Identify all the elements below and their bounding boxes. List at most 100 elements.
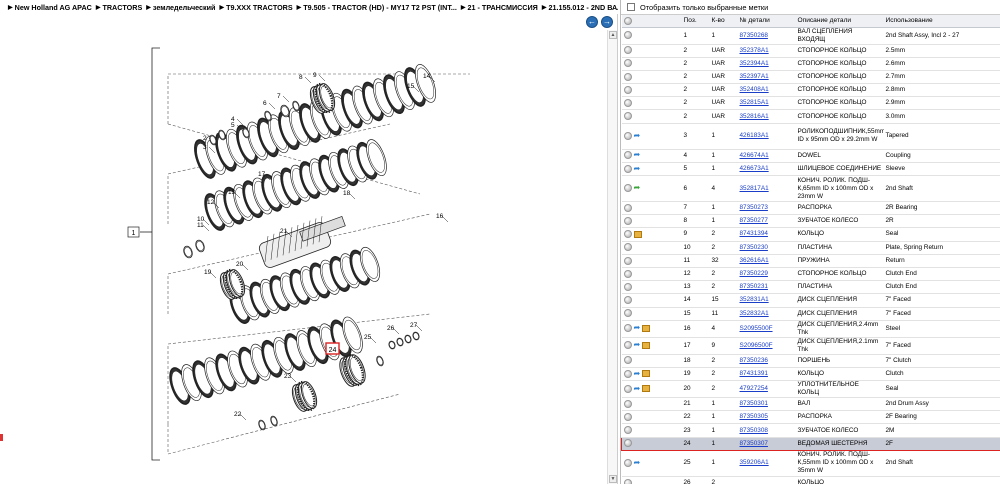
part-cell[interactable]: 87431394: [737, 227, 796, 242]
part-number-link[interactable]: 352816A1: [740, 113, 769, 120]
part-number-link[interactable]: 87350231: [740, 283, 768, 290]
row-select-cell[interactable]: [621, 280, 682, 295]
part-number-link[interactable]: 362616A1: [740, 257, 769, 264]
breadcrumb-item[interactable]: New Holland AG APAC: [15, 3, 92, 12]
package-icon[interactable]: [642, 370, 651, 378]
row-select-icon[interactable]: [623, 216, 632, 225]
part-number-link[interactable]: 352832A1: [740, 310, 769, 317]
part-cell[interactable]: 359206A1: [737, 450, 796, 477]
part-cell[interactable]: 87350236: [737, 354, 796, 368]
select-all-icon[interactable]: [623, 16, 632, 25]
row-select-icon[interactable]: [623, 230, 632, 239]
part-number-link[interactable]: 87350230: [740, 244, 768, 251]
package-icon[interactable]: [633, 230, 642, 238]
part-number-link[interactable]: 87431391: [740, 370, 768, 377]
exploded-parts-diagram[interactable]: 2345678 910111213141516171819202122232526…: [0, 14, 605, 484]
row-select-icon[interactable]: [623, 46, 632, 55]
part-cell[interactable]: S2096500F: [737, 337, 796, 355]
table-row[interactable]: ➦ 6 4 352817A1 КОНИЧ. РОЛИК. ПОДШ-К,65mm ID …: [621, 175, 1000, 202]
link-arrow-icon[interactable]: ➦: [634, 369, 641, 378]
row-select-icon[interactable]: [623, 243, 632, 252]
table-row[interactable]: 13 2 87350231 ПЛАСТИНА Clutch End: [621, 280, 1000, 295]
table-row[interactable]: 2 UAR 352816A1 СТОПОРНОЕ КОЛЬЦО 3.0mm: [621, 109, 1000, 124]
scroll-down-icon[interactable]: ▼: [609, 475, 617, 483]
breadcrumb-item[interactable]: 21.155.012 - 2ND ВАЛ В СБОРЕ, 8C; (VAR) …: [548, 3, 618, 12]
table-row[interactable]: ➦ 25 1 359206A1 КОНИЧ. РОЛИК. ПОДШ-К,55mm ID…: [621, 450, 1000, 477]
link-arrow-icon[interactable]: ➦: [634, 151, 641, 159]
row-select-cell[interactable]: ➦: [621, 162, 682, 177]
breadcrumb-item[interactable]: T9.505 - TRACTOR (HD) - MY17 T2 PST (INT…: [303, 3, 457, 12]
part-cell[interactable]: 87350230: [737, 241, 796, 255]
row-select-icon[interactable]: [623, 399, 632, 408]
col-part[interactable]: № детали: [737, 15, 796, 28]
table-row[interactable]: ➦ 19 2 87431391 КОЛЬЦО Clutch: [621, 367, 1000, 382]
row-select-cell[interactable]: [621, 201, 682, 216]
part-cell[interactable]: 352815A1: [737, 96, 796, 111]
show-selected-checkbox[interactable]: [627, 3, 635, 11]
row-select-cell[interactable]: [621, 397, 682, 412]
part-number-link[interactable]: 352397A1: [740, 73, 769, 80]
row-select-icon[interactable]: [623, 341, 632, 350]
part-number-link[interactable]: 87350236: [740, 357, 768, 364]
row-select-icon[interactable]: [623, 369, 632, 378]
row-select-cell[interactable]: [621, 70, 682, 85]
table-row[interactable]: 2 UAR 352408A1 СТОПОРНОЕ КОЛЬЦО 2.8mm: [621, 83, 1000, 98]
part-number-link[interactable]: 87431394: [740, 230, 768, 237]
part-cell[interactable]: 87350229: [737, 267, 796, 282]
row-select-icon[interactable]: [623, 324, 632, 333]
part-number-link[interactable]: 47927254: [740, 385, 768, 392]
row-select-icon[interactable]: [624, 439, 632, 448]
table-row[interactable]: 15 11 352832A1 ДИСК СЦЕПЛЕНИЯ 7" Faced: [621, 307, 1000, 321]
table-row[interactable]: 2 UAR 352815A1 СТОПОРНОЕ КОЛЬЦО 2.9mm: [621, 96, 1000, 111]
part-cell[interactable]: [737, 476, 796, 484]
row-select-icon[interactable]: [623, 184, 632, 193]
row-select-cell[interactable]: ➦: [621, 175, 682, 202]
part-cell[interactable]: 87350305: [737, 410, 796, 425]
table-row[interactable]: 2 UAR 352397A1 СТОПОРНОЕ КОЛЬЦО 2.7mm: [621, 70, 1000, 85]
table-row[interactable]: 14 15 352831A1 ДИСК СЦЕПЛЕНИЯ 7" Faced: [621, 293, 1000, 308]
part-number-link[interactable]: 426673A1: [740, 165, 769, 172]
link-arrow-icon[interactable]: ➦: [634, 164, 641, 173]
part-cell[interactable]: 352831A1: [737, 293, 796, 308]
row-select-cell[interactable]: [621, 57, 682, 71]
col-usage[interactable]: Использование: [883, 15, 1000, 28]
part-cell[interactable]: 352817A1: [737, 175, 796, 202]
row-select-icon[interactable]: [623, 59, 632, 68]
part-number-link[interactable]: 87350229: [740, 270, 768, 277]
part-cell[interactable]: 87350308: [737, 423, 796, 438]
row-select-icon[interactable]: [623, 203, 632, 212]
row-select-cell[interactable]: [621, 293, 682, 308]
part-cell[interactable]: 87350307: [737, 436, 796, 451]
table-row[interactable]: 9 2 87431394 КОЛЬЦО Seal: [621, 227, 1000, 242]
scroll-up-icon[interactable]: ▲: [609, 31, 617, 39]
part-cell[interactable]: 352378A1: [737, 44, 796, 58]
link-arrow-icon[interactable]: ➦: [634, 341, 641, 349]
part-cell[interactable]: 87350231: [737, 280, 796, 295]
part-cell[interactable]: 87431391: [737, 367, 796, 382]
table-row[interactable]: ➦ 16 4 S2095500F ДИСК СЦЕПЛЕНИЯ,2.4mm Thk Ste…: [621, 320, 1000, 338]
row-select-icon[interactable]: [623, 31, 632, 40]
link-arrow-icon[interactable]: ➦: [634, 131, 641, 140]
part-cell[interactable]: 87350268: [737, 27, 796, 45]
row-select-cell[interactable]: [621, 227, 682, 242]
part-number-link[interactable]: S2096500F: [740, 342, 773, 349]
row-select-cell[interactable]: [621, 354, 682, 368]
part-number-link[interactable]: 87350273: [740, 204, 768, 211]
part-number-link[interactable]: 87350307: [740, 440, 768, 447]
part-number-link[interactable]: 352815A1: [740, 99, 769, 106]
row-select-cell[interactable]: [621, 83, 682, 98]
row-select-icon[interactable]: [623, 384, 632, 393]
part-number-link[interactable]: 87350305: [740, 413, 768, 420]
part-number-link[interactable]: 352831A1: [740, 296, 769, 303]
callout-label[interactable]: 6: [263, 100, 267, 107]
row-select-icon[interactable]: [623, 151, 632, 160]
row-select-cell[interactable]: [621, 109, 682, 124]
link-arrow-icon[interactable]: ➦: [634, 458, 641, 467]
row-select-icon[interactable]: [623, 131, 632, 140]
table-row[interactable]: 1 1 87350268 ВАЛ СЦЕПЛЕНИЯ ВХОДЯЩ 2nd Shaft …: [621, 27, 1000, 45]
table-row[interactable]: ➦ 5 1 426673A1 ШЛИЦЕВОЕ СОЕДИНЕНИЕ Sleeve: [621, 162, 1000, 177]
part-cell[interactable]: 426674A1: [737, 149, 796, 163]
package-icon[interactable]: [642, 341, 651, 349]
part-cell[interactable]: 352397A1: [737, 70, 796, 85]
row-select-icon[interactable]: [623, 309, 632, 318]
